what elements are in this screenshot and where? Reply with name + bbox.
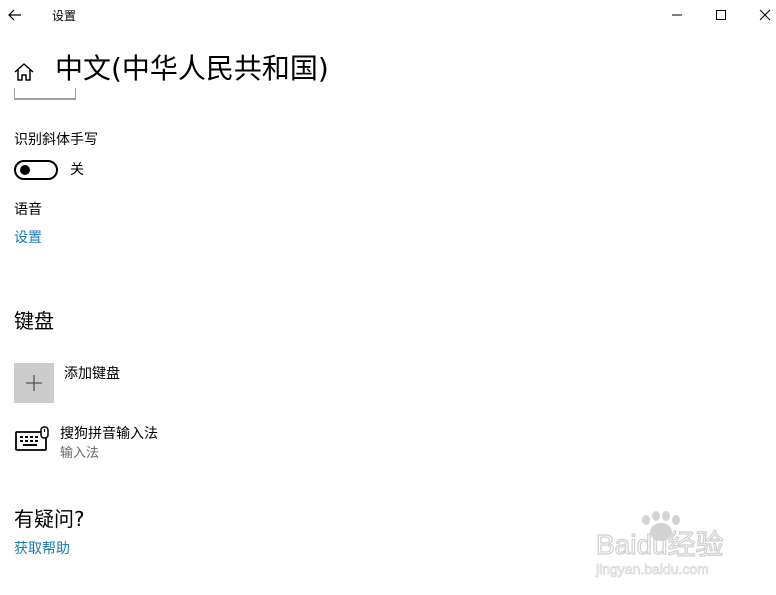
home-button[interactable]: [12, 60, 36, 84]
keyboard-icon: [15, 426, 49, 451]
section-divider: [14, 88, 76, 100]
add-keyboard-button[interactable]: [14, 363, 54, 403]
get-help-link[interactable]: 获取帮助: [14, 540, 70, 558]
page-title: 中文(中华人民共和国): [55, 52, 329, 85]
watermark-brand: Baidu经验: [596, 529, 724, 560]
keyboard-item[interactable]: [14, 425, 50, 453]
toggle-state-label: 关: [70, 162, 84, 178]
toggle-knob: [20, 165, 30, 175]
help-section-title: 有疑问?: [14, 507, 85, 531]
back-arrow-icon: [8, 9, 21, 21]
keyboard-section-title: 键盘: [14, 309, 54, 333]
baidu-watermark: Baidu经验 jingyan.baidu.com: [594, 510, 744, 580]
keyboard-item-name[interactable]: 搜狗拼音输入法: [60, 425, 158, 443]
back-button[interactable]: [0, 0, 30, 30]
plus-icon: [26, 375, 42, 391]
minimize-icon: [672, 14, 682, 16]
handwriting-toggle[interactable]: [14, 160, 58, 180]
speech-label: 语音: [14, 202, 42, 218]
minimize-button[interactable]: [654, 0, 700, 30]
title-bar: 设置: [0, 0, 776, 30]
window-title: 设置: [52, 9, 77, 23]
settings-window: 设置 中文(中华人民共和国) 识别斜体手写 关 语音 设置 键盘 添加键盘 搜狗…: [0, 0, 776, 595]
close-button[interactable]: [742, 0, 776, 30]
keyboard-item-type: 输入法: [60, 446, 100, 461]
close-icon: [759, 9, 771, 21]
maximize-button[interactable]: [698, 0, 744, 30]
watermark-url: jingyan.baidu.com: [595, 561, 709, 577]
home-icon: [14, 63, 34, 81]
baidu-paw-logo: Baidu经验 jingyan.baidu.com: [595, 511, 724, 577]
maximize-icon: [716, 10, 726, 20]
add-keyboard-label[interactable]: 添加键盘: [64, 365, 120, 383]
speech-settings-link[interactable]: 设置: [14, 229, 42, 247]
handwriting-label: 识别斜体手写: [14, 132, 98, 148]
